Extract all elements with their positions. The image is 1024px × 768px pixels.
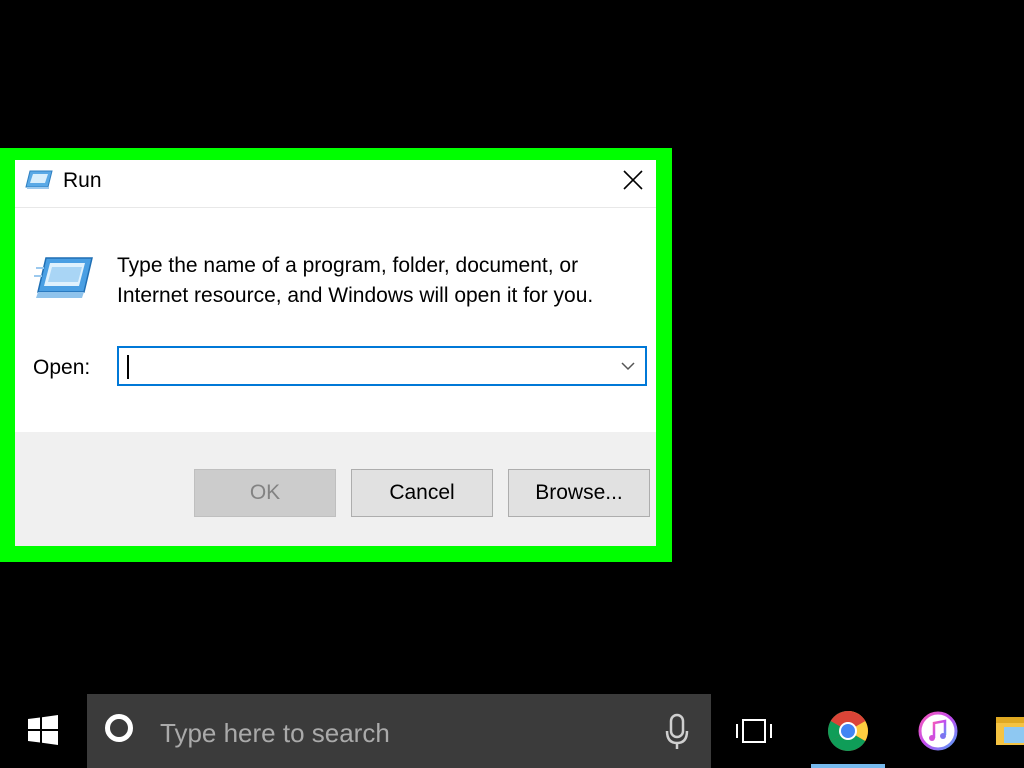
cortana-icon[interactable]	[105, 714, 133, 742]
taskbar: Type here to search	[0, 692, 1024, 768]
microphone-icon[interactable]	[665, 712, 689, 752]
search-placeholder: Type here to search	[160, 718, 390, 748]
taskbar-app-file-explorer[interactable]	[990, 694, 1024, 768]
browse-button[interactable]: Browse...	[508, 469, 650, 517]
open-dropdown-button[interactable]	[613, 350, 643, 382]
run-dialog: Run Type the name of a program, folder, …	[15, 160, 656, 546]
run-app-icon	[25, 170, 53, 189]
description-line-2: Internet resource, and Windows will open…	[117, 284, 594, 307]
itunes-icon	[918, 711, 958, 751]
start-button[interactable]	[0, 692, 86, 768]
run-large-icon	[34, 257, 93, 298]
title-bar[interactable]: Run	[15, 160, 656, 208]
close-button[interactable]	[610, 160, 656, 200]
close-icon	[623, 170, 643, 190]
active-app-indicator	[811, 764, 885, 768]
task-view-button[interactable]	[726, 694, 782, 768]
dialog-footer: OK Cancel Browse...	[15, 432, 656, 546]
dialog-description: Type the name of a program, folder, docu…	[117, 251, 637, 311]
chevron-down-icon	[621, 361, 635, 370]
windows-logo-icon	[28, 715, 58, 745]
open-label: Open:	[33, 356, 91, 379]
ok-button[interactable]: OK	[194, 469, 336, 517]
cancel-button[interactable]: Cancel	[351, 469, 493, 517]
dialog-title: Run	[63, 169, 102, 192]
file-explorer-icon	[996, 717, 1024, 745]
open-input[interactable]	[125, 350, 605, 382]
taskbar-app-chrome[interactable]	[811, 694, 885, 768]
desktop: Run Type the name of a program, folder, …	[0, 0, 1024, 768]
description-line-1: Type the name of a program, folder, docu…	[117, 254, 579, 277]
taskbar-search-box[interactable]: Type here to search	[87, 694, 711, 768]
open-combobox[interactable]	[117, 346, 647, 386]
text-caret	[127, 355, 129, 379]
taskbar-app-itunes[interactable]	[901, 694, 975, 768]
task-view-icon	[736, 719, 772, 743]
chrome-icon	[828, 711, 868, 751]
